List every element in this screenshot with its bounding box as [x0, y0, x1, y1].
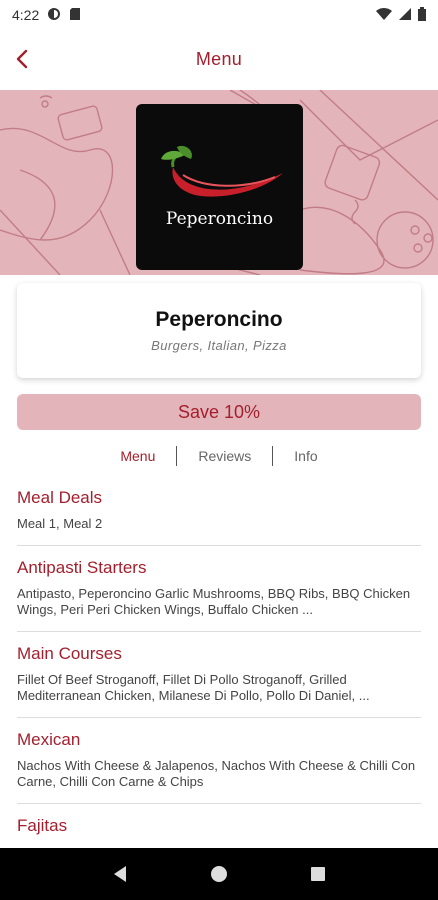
category-antipasti-starters[interactable]: Antipasti Starters Antipasto, Peperoncin…: [17, 546, 421, 632]
category-title: Meal Deals: [17, 488, 103, 507]
cuisine-tags: Burgers, Italian, Pizza: [151, 338, 287, 353]
system-navigation-bar: [0, 848, 438, 900]
wifi-icon: [376, 7, 392, 24]
tab-info[interactable]: Info: [273, 448, 338, 464]
restaurant-info-card: Peperoncino Burgers, Italian, Pizza: [17, 283, 421, 378]
restaurant-name: Peperoncino: [155, 308, 283, 331]
signal-icon: [398, 7, 412, 24]
chili-pepper-icon: [160, 145, 283, 197]
app-bar: Menu: [0, 30, 438, 88]
category-mexican[interactable]: Mexican Nachos With Cheese & Jalapenos, …: [17, 718, 421, 804]
nav-back-button[interactable]: [100, 854, 140, 894]
tab-menu[interactable]: Menu: [99, 448, 176, 464]
category-main-courses[interactable]: Main Courses Fillet Of Beef Stroganoff, …: [17, 632, 421, 718]
status-time: 4:22: [12, 7, 40, 23]
menu-category-list: Meal Deals Meal 1, Meal 2 Antipasti Star…: [17, 476, 421, 857]
circle-home-icon: [210, 866, 227, 882]
logo-wordmark: Peperoncino: [165, 209, 274, 229]
back-arrow-icon: [16, 49, 28, 69]
category-title: Mexican: [17, 730, 81, 749]
page-title: Menu: [195, 48, 243, 69]
triangle-back-icon: [113, 866, 126, 882]
restaurant-logo: Peperoncino: [136, 104, 303, 270]
category-items: Fillet Of Beef Stroganoff, Fillet Di Pol…: [17, 672, 370, 703]
section-tabs: Menu Reviews Info: [0, 444, 438, 468]
category-meal-deals[interactable]: Meal Deals Meal 1, Meal 2: [17, 476, 421, 546]
nav-home-button[interactable]: [199, 854, 239, 894]
category-items: Antipasto, Peperoncino Garlic Mushrooms,…: [17, 586, 411, 617]
status-bar: 4:22: [0, 0, 438, 30]
nav-recents-button[interactable]: [298, 854, 338, 894]
notification-icon: [47, 7, 61, 24]
square-recents-icon: [311, 867, 326, 881]
discount-banner[interactable]: Save 10%: [17, 394, 421, 430]
category-items: Nachos With Cheese & Jalapenos, Nachos W…: [17, 758, 416, 789]
back-button[interactable]: [8, 44, 38, 74]
category-title: Main Courses: [17, 644, 122, 663]
tab-reviews[interactable]: Reviews: [177, 448, 272, 464]
battery-icon: [418, 6, 426, 24]
category-title: Antipasti Starters: [17, 558, 147, 577]
category-items: Meal 1, Meal 2: [17, 516, 103, 531]
category-title: Fajitas: [17, 816, 68, 835]
sim-card-icon: [69, 7, 81, 24]
